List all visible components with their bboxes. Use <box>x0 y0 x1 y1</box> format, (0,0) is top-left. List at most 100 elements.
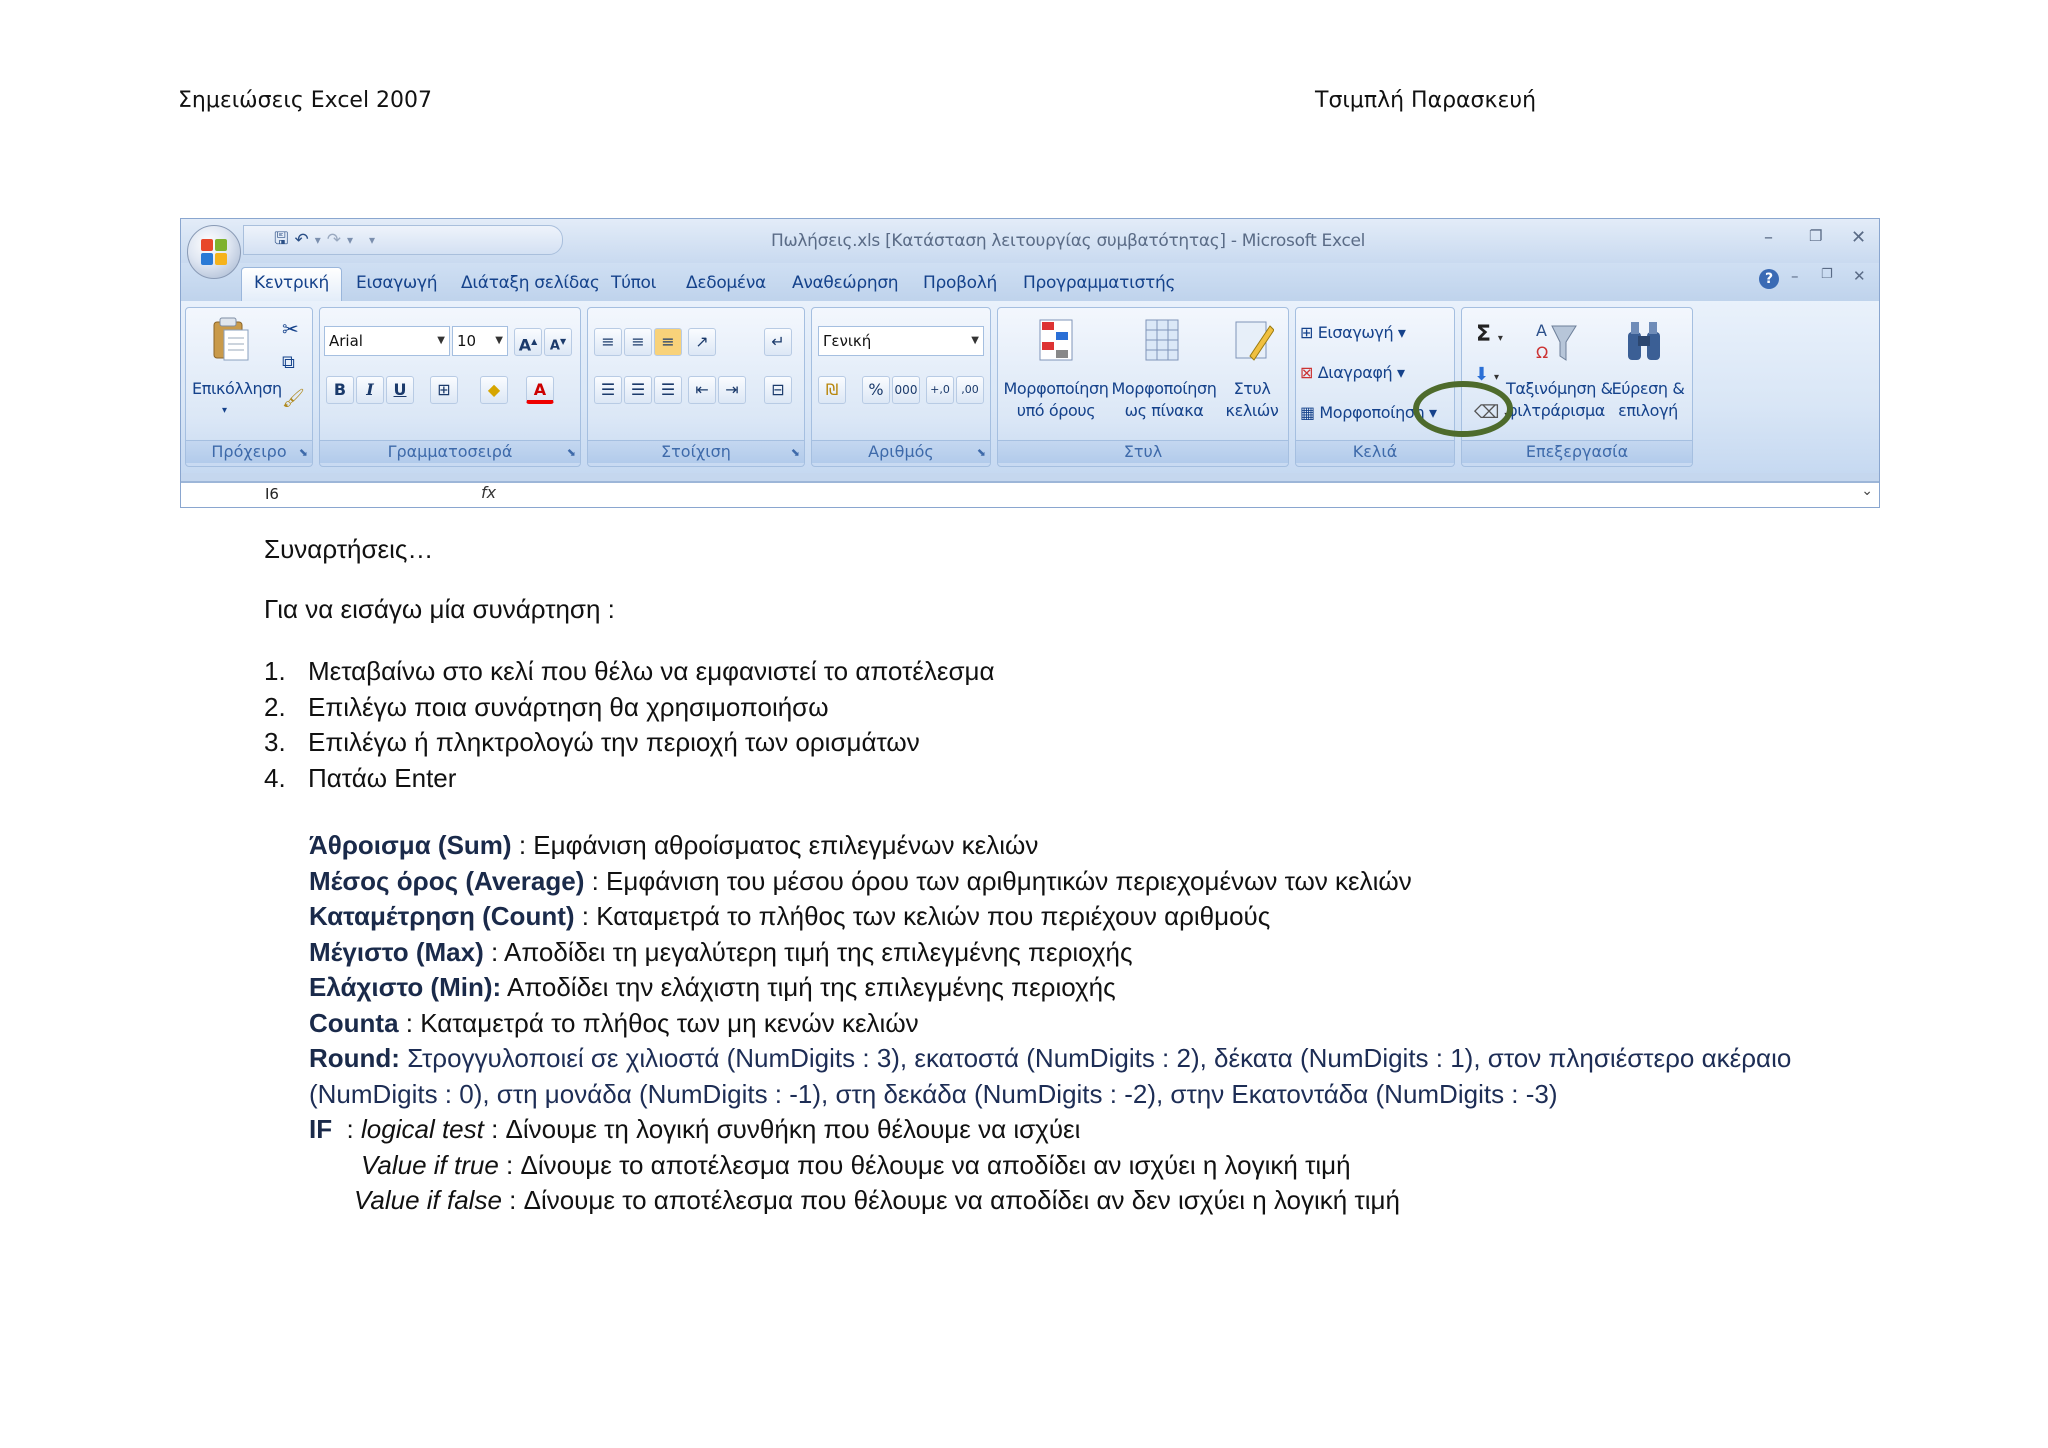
tab-home[interactable]: Κεντρική <box>241 267 343 301</box>
fill-color-button[interactable]: ◆ <box>480 376 508 404</box>
sort-filter-label-2[interactable]: φιλτράρισμα <box>1506 400 1606 422</box>
font-color-button[interactable]: A <box>526 376 554 404</box>
merge-center-button[interactable]: ⊟ <box>764 376 792 404</box>
chevron-down-icon: ▼ <box>971 335 979 346</box>
sort-filter-label-1[interactable]: Ταξινόμηση & <box>1506 378 1613 400</box>
undo-icon[interactable]: ↶ <box>294 230 308 250</box>
align-center-button[interactable]: ☰ <box>624 376 652 404</box>
insert-cells-button[interactable]: ⊞ Εισαγωγή ▾ <box>1300 322 1406 344</box>
percent-button[interactable]: % <box>862 376 890 404</box>
step-text: Μεταβαίνω στο κελί που θέλω να εμφανιστε… <box>308 656 995 686</box>
tab-insert[interactable]: Εισαγωγή <box>356 273 438 293</box>
help-icon[interactable]: ? <box>1759 269 1779 289</box>
increase-decimal-button[interactable]: +,0 <box>926 376 954 404</box>
decrease-decimal-button[interactable]: ,00 <box>956 376 984 404</box>
wb-close-icon[interactable]: ✕ <box>1853 267 1866 285</box>
decrease-indent-button[interactable]: ⇤ <box>688 376 716 404</box>
list-item: 3. Επιλέγω ή πληκτρολογώ την περιοχή των … <box>264 725 995 761</box>
format-painter-icon[interactable]: 🖌 <box>282 388 305 410</box>
step-number: 2. <box>264 691 286 722</box>
window-title: Πωλήσεις.xls [Κατάσταση λειτουργίας συμβ… <box>771 231 1366 251</box>
wb-minimize-icon[interactable]: – <box>1791 267 1799 285</box>
sort-filter-icon[interactable]: A Ω <box>1534 318 1578 366</box>
redo-icon[interactable]: ↷ <box>327 230 341 250</box>
expand-formula-bar-icon[interactable]: ⌄ <box>1861 483 1873 499</box>
alignment-launcher-icon[interactable]: ⬊ <box>791 446 800 459</box>
customize-qat-icon[interactable]: ▾ <box>369 233 375 247</box>
number-launcher-icon[interactable]: ⬊ <box>977 446 986 459</box>
list-item: 4. Πατάω Enter <box>264 761 995 797</box>
font-launcher-icon[interactable]: ⬊ <box>567 446 576 459</box>
tab-formulas[interactable]: Τύποι <box>611 273 656 293</box>
cell-styles-icon[interactable] <box>1230 316 1274 364</box>
wb-restore-icon[interactable]: ❐ <box>1821 267 1833 282</box>
tab-data[interactable]: Δεδομένα <box>686 273 766 293</box>
name-box[interactable]: I6 <box>265 485 279 503</box>
def-term: Ελάχιστο (Min): <box>309 972 502 1002</box>
italic-button[interactable]: I <box>356 376 384 404</box>
tab-view[interactable]: Προβολή <box>923 273 997 293</box>
number-format-value: Γενική <box>823 332 872 350</box>
wrap-text-button[interactable]: ↵ <box>764 328 792 356</box>
undo-dropdown-icon[interactable]: ▾ <box>315 233 321 247</box>
currency-button[interactable]: ₪ <box>818 376 846 404</box>
conditional-formatting-label-1[interactable]: Μορφοποίηση <box>1000 378 1112 400</box>
def-average: Μέσος όρος (Average) : Εμφάνιση του μέσο… <box>309 864 1791 900</box>
step-number: 3. <box>264 727 286 757</box>
find-select-icon[interactable] <box>1622 318 1666 366</box>
format-as-table-icon[interactable] <box>1140 316 1184 364</box>
align-left-button[interactable]: ☰ <box>594 376 622 404</box>
number-format-combo[interactable]: Γενική ▼ <box>818 326 984 356</box>
step-text: Επιλέγω ή πληκτρολογώ την περιοχή των ορ… <box>308 727 920 757</box>
def-text: (NumDigits : 0), στη μονάδα (NumDigits :… <box>309 1078 1558 1109</box>
clipboard-launcher-icon[interactable]: ⬊ <box>299 446 308 459</box>
format-cells-label: Μορφοποίηση <box>1319 403 1425 422</box>
borders-button[interactable]: ⊞ <box>430 376 458 404</box>
minimize-icon[interactable]: – <box>1764 227 1773 248</box>
cell-styles-label-1[interactable]: Στυλ <box>1220 378 1284 400</box>
bold-button[interactable]: B <box>326 376 354 404</box>
office-button[interactable] <box>187 225 241 279</box>
save-icon[interactable]: 🖫 <box>274 226 288 255</box>
comma-button[interactable]: 000 <box>892 376 920 404</box>
align-right-button[interactable]: ☰ <box>654 376 682 404</box>
grow-font-button[interactable]: A▲ <box>514 328 542 356</box>
autosum-icon[interactable]: Σ ▾ <box>1476 324 1503 350</box>
paste-dropdown-icon[interactable]: ▾ <box>222 400 227 422</box>
cut-icon[interactable]: ✂ <box>282 318 299 340</box>
close-icon[interactable]: ✕ <box>1851 227 1866 248</box>
font-name-combo[interactable]: Arial ▼ <box>324 326 450 356</box>
fx-icon[interactable]: fx <box>481 483 496 502</box>
cell-styles-label-2[interactable]: κελιών <box>1220 400 1284 422</box>
font-name-value: Arial <box>329 332 363 350</box>
font-size-combo[interactable]: 10 ▼ <box>452 326 508 356</box>
format-as-table-label-2[interactable]: ως πίνακα <box>1108 400 1220 422</box>
conditional-formatting-label-2[interactable]: υπό όρους <box>1000 400 1112 422</box>
increase-indent-button[interactable]: ⇥ <box>718 376 746 404</box>
orientation-button[interactable]: ↗ <box>688 328 716 356</box>
find-select-label-1[interactable]: Εύρεση & <box>1608 378 1688 400</box>
font-size-value: 10 <box>457 332 477 350</box>
restore-icon[interactable]: ❐ <box>1809 227 1822 245</box>
conditional-formatting-icon[interactable] <box>1034 316 1078 364</box>
find-select-label-2[interactable]: επιλογή <box>1608 400 1688 422</box>
list-item: 2. Επιλέγω ποια συνάρτηση θα χρησιμοποιήσ… <box>264 690 995 726</box>
delete-cells-button[interactable]: ⊠ Διαγραφή ▾ <box>1300 362 1405 384</box>
align-middle-button[interactable]: ≡ <box>624 328 652 356</box>
underline-button[interactable]: U <box>386 376 414 404</box>
tab-developer[interactable]: Προγραμματιστής <box>1023 273 1175 293</box>
redo-dropdown-icon[interactable]: ▾ <box>347 233 353 247</box>
paste-icon[interactable] <box>208 316 252 364</box>
align-top-button[interactable]: ≡ <box>594 328 622 356</box>
paste-label[interactable]: Επικόλληση <box>192 378 282 400</box>
shrink-font-button[interactable]: A▼ <box>544 328 572 356</box>
align-bottom-button[interactable]: ≡ <box>654 328 682 356</box>
format-as-table-label-1[interactable]: Μορφοποίηση <box>1108 378 1220 400</box>
def-text: : Εμφάνιση του μέσου όρου των αριθμητικώ… <box>584 865 1412 896</box>
copy-icon[interactable]: ⧉ <box>282 352 295 374</box>
page-header-left: Σημειώσεις Excel 2007 <box>178 88 433 113</box>
ribbon: Επικόλληση ▾ ✂ ⧉ 🖌 Πρόχειρο ⬊ Arial ▼ 10 ▼… <box>181 301 1879 473</box>
step-number: 1. <box>264 656 286 686</box>
tab-page-layout[interactable]: Διάταξη σελίδας <box>461 273 600 293</box>
tab-review[interactable]: Αναθεώρηση <box>792 273 899 293</box>
